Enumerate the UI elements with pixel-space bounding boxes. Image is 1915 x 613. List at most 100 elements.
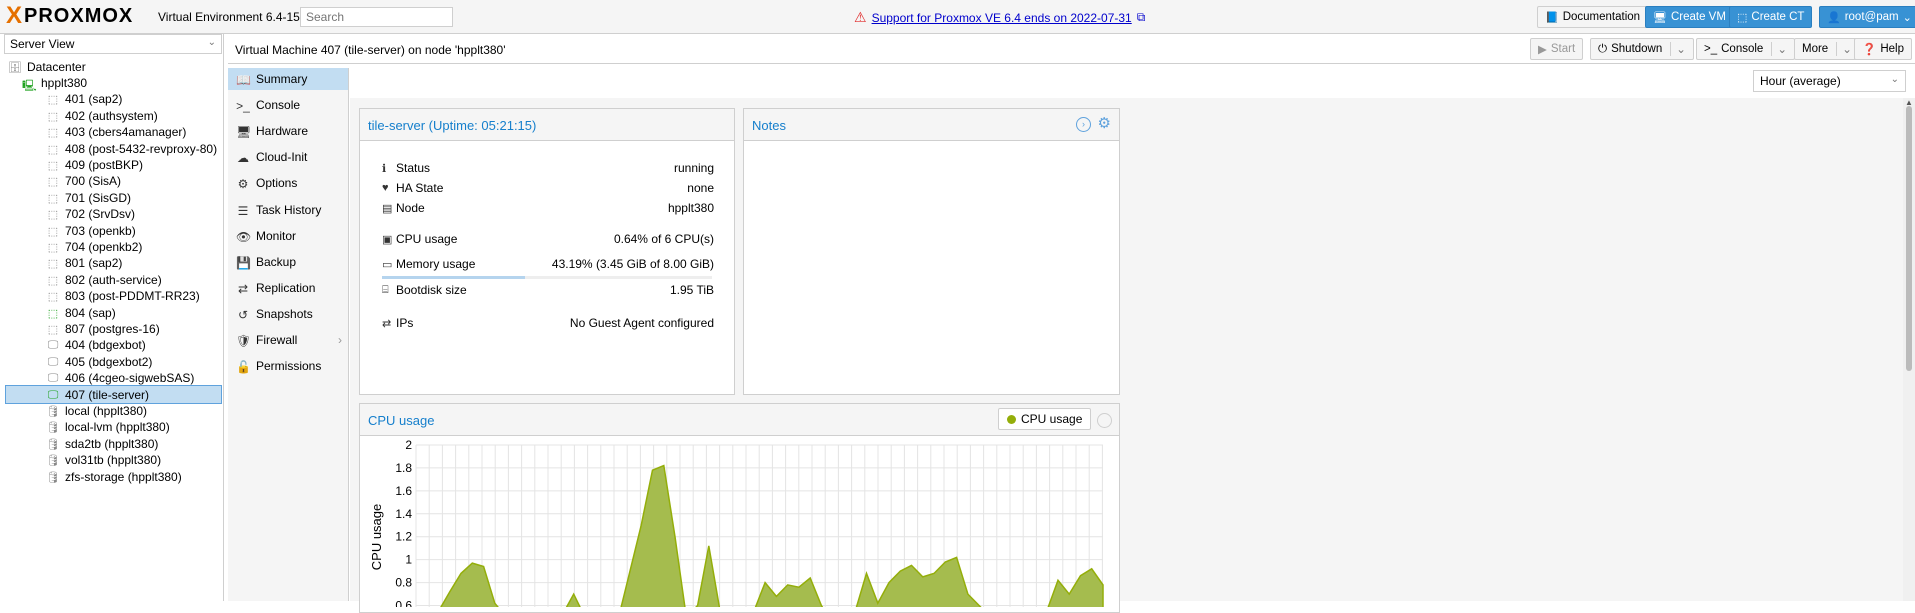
- tree-item-label: 405 (bdgexbot2): [65, 354, 153, 369]
- gear-icon[interactable]: ⚙: [1098, 116, 1111, 131]
- cpu-chart-title: CPU usage: [368, 413, 435, 428]
- tab-backup[interactable]: 💾 Backup: [228, 251, 348, 273]
- tab-permissions[interactable]: 🔓 Permissions: [228, 355, 348, 377]
- external-link-icon: ⧉: [1136, 10, 1146, 24]
- tree-item-label: Datacenter: [27, 59, 86, 74]
- status-row-ha-state: ♥ HA State none: [382, 180, 714, 196]
- shutdown-button[interactable]: ⏻ Shutdown ⌄: [1590, 38, 1694, 60]
- container-icon: ⬚: [47, 110, 59, 123]
- time-range-select[interactable]: Hour (average) ⌄: [1753, 70, 1906, 92]
- vm-tabs: 📖 Summary >_ Console 🖥 Hardware ☁ Cloud-Init ⚙ Op…: [228, 68, 349, 601]
- tab-task-history[interactable]: ☰ Task History: [228, 199, 348, 221]
- documentation-button[interactable]: 📘 Documentation: [1537, 6, 1649, 28]
- heartbeat-icon: ♥: [382, 182, 389, 194]
- tab-options[interactable]: ⚙ Options: [228, 172, 348, 194]
- info-icon: ℹ: [382, 162, 387, 175]
- content-scrollbar[interactable]: ▲: [1903, 98, 1915, 601]
- status-row-ips: ⇄ IPs No Guest Agent configured: [382, 315, 714, 331]
- tree-item-label: 406 (4cgeo-sigwebSAS): [65, 371, 195, 386]
- search-input[interactable]: [300, 7, 453, 27]
- container-icon: ⬚: [47, 258, 59, 271]
- cpu-chart-panel: CPU usage CPU usage 2 1.8 1.6 1.4 1.2 1 0.8 0.6…: [359, 403, 1120, 613]
- tab-hardware[interactable]: 🖥 Hardware: [228, 120, 348, 142]
- status-label: Memory usage: [396, 257, 476, 271]
- help-button[interactable]: ❓ Help: [1854, 38, 1912, 60]
- y-tick-label: 1.4: [395, 507, 412, 521]
- storage-icon: 🛢: [46, 455, 60, 468]
- chevron-down-icon: ⌄: [1836, 42, 1852, 56]
- tab-console[interactable]: >_ Console: [228, 94, 348, 116]
- tab-monitor[interactable]: 👁 Monitor: [228, 225, 348, 247]
- tree-item-label: hpplt380: [41, 75, 88, 90]
- status-panel: tile-server (Uptime: 05:21:15) ℹ Status ru…: [359, 108, 735, 395]
- tree-item-label: 402 (authsystem): [65, 108, 158, 123]
- more-button[interactable]: More ⌄: [1794, 38, 1860, 60]
- start-button[interactable]: ▶ Start: [1530, 38, 1584, 60]
- tree-item-label: local (hpplt380): [65, 403, 148, 418]
- status-value: none: [687, 181, 714, 195]
- tab-summary[interactable]: 📖 Summary: [228, 68, 348, 90]
- tab-label: Console: [256, 98, 301, 113]
- scrollbar-thumb[interactable]: [1906, 106, 1912, 371]
- summary-content: tile-server (Uptime: 05:21:15) ℹ Status ru…: [350, 98, 1915, 613]
- tree-item-label: 404 (bdgexbot): [65, 338, 146, 353]
- terminal-icon: >_: [236, 99, 250, 114]
- y-tick-label: 2: [405, 438, 412, 452]
- cpu-chart-legend[interactable]: CPU usage: [998, 408, 1092, 430]
- tree-item[interactable]: 🛢 zfs-storage (hpplt380): [46, 467, 182, 486]
- terminal-icon: >_: [1704, 43, 1718, 55]
- status-value: 43.19% (3.45 GiB of 8.00 GiB): [551, 257, 714, 271]
- memory-icon: ▭: [382, 258, 393, 271]
- tree-item-label: zfs-storage (hpplt380): [65, 469, 182, 484]
- tab-cloud-init[interactable]: ☁ Cloud-Init: [228, 146, 348, 168]
- tab-label: Backup: [256, 254, 297, 269]
- support-link[interactable]: Support for Proxmox VE 6.4 ends on 2022-…: [872, 11, 1132, 25]
- vm-header: Virtual Machine 407 (tile-server) on nod…: [228, 34, 1915, 64]
- collapse-icon[interactable]: ›: [1076, 117, 1091, 132]
- support-notice: ⚠ Support for Proxmox VE 6.4 ends on 202…: [854, 9, 1145, 26]
- status-value: No Guest Agent configured: [569, 316, 714, 330]
- container-icon: ⬚: [47, 209, 59, 222]
- tab-firewall[interactable]: 🛡 Firewall ›: [228, 329, 348, 351]
- cpu-icon: ▣: [382, 233, 393, 246]
- chevron-down-icon: ⌄: [1670, 42, 1686, 56]
- tab-label: Snapshots: [256, 306, 313, 321]
- proxmox-logo[interactable]: X PROXMOX: [6, 2, 133, 29]
- status-label: HA State: [396, 181, 444, 195]
- tab-replication[interactable]: ⇄ Replication: [228, 277, 348, 299]
- create-ct-button[interactable]: ⬚ Create CT: [1729, 6, 1813, 28]
- book-icon: 📖: [236, 73, 251, 87]
- tab-label: Firewall: [256, 333, 298, 347]
- notes-panel-header: Notes › ⚙: [744, 109, 1119, 141]
- y-tick-label: 1.2: [395, 530, 412, 544]
- undo-zoom-icon[interactable]: [1097, 413, 1112, 428]
- create-vm-button[interactable]: 🖥 Create VM: [1645, 6, 1734, 28]
- vm-title: Virtual Machine 407 (tile-server) on nod…: [235, 43, 506, 57]
- storage-icon: 🛢: [46, 422, 60, 435]
- tree-item-label: 403 (cbers4amanager): [65, 125, 187, 140]
- retweet-icon: ⇄: [237, 281, 249, 296]
- tab-label: Hardware: [256, 124, 309, 139]
- status-panel-title: tile-server (Uptime: 05:21:15): [368, 118, 537, 133]
- console-button[interactable]: >_ Console ⌄: [1696, 38, 1795, 60]
- user-menu-button[interactable]: 👤 root@pam ⌄: [1819, 6, 1915, 28]
- cube-icon: ⬚: [1737, 11, 1748, 24]
- status-value: 1.95 TiB: [669, 283, 714, 297]
- top-bar: XPROXMOX Virtual Environment 6.4-15 ⚠ Su…: [0, 0, 1915, 34]
- tab-snapshots[interactable]: ↺ Snapshots: [228, 303, 348, 325]
- tree-item-label: 700 (SisA): [65, 174, 122, 189]
- chevron-down-icon: ⌄: [1771, 42, 1787, 56]
- container-icon: ⬚: [47, 274, 59, 287]
- hdd-icon: ⌸: [382, 283, 389, 296]
- status-row-node: ▤ Node hpplt380: [382, 200, 714, 216]
- view-selector[interactable]: Server View ⌄: [4, 34, 222, 54]
- status-label: Status: [396, 161, 431, 175]
- container-icon: ⬚: [47, 241, 59, 254]
- y-tick-label: 0.6: [395, 599, 412, 607]
- tree-item-label: 804 (sap): [65, 305, 116, 320]
- tab-label: Cloud-Init: [256, 150, 308, 165]
- tab-label: Options: [256, 176, 298, 191]
- tree-item-label: 703 (openkb): [65, 223, 136, 238]
- container-icon: ⬚: [47, 192, 59, 205]
- container-icon: ⬚: [47, 143, 59, 156]
